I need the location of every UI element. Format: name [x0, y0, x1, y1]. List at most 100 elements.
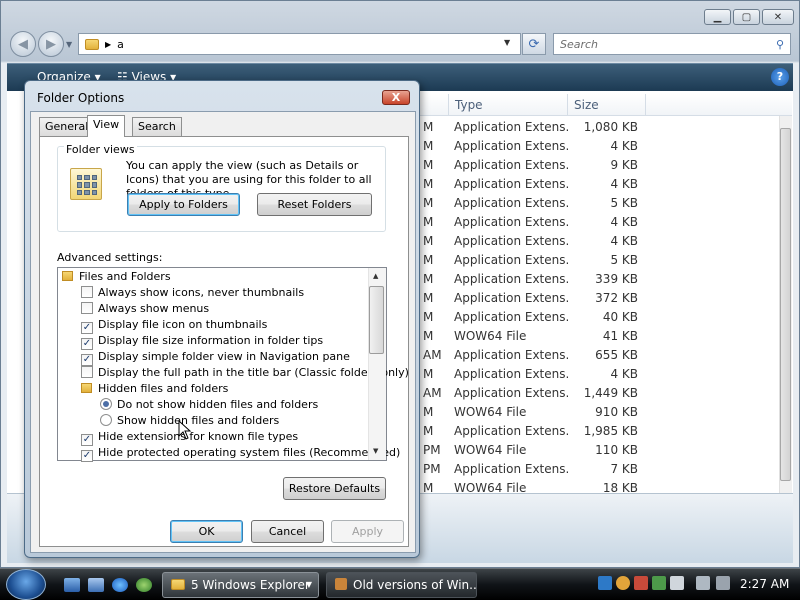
browser-icon — [335, 578, 347, 590]
tab-search[interactable]: Search — [132, 117, 182, 136]
address-dropdown-icon[interactable]: ▼ — [504, 38, 510, 47]
checkbox-icon[interactable] — [81, 286, 93, 298]
dialog-close-button[interactable]: X — [382, 90, 410, 105]
table-row[interactable]: M Application Extens... 5 KB — [420, 251, 780, 270]
breadcrumb-chevron-icon[interactable]: ▶ — [105, 40, 111, 49]
scroll-up-icon[interactable]: ▲ — [373, 272, 378, 280]
table-row[interactable]: AM Application Extens... 655 KB — [420, 346, 780, 365]
cell-size: 1,449 KB — [583, 386, 638, 400]
switch-windows-icon[interactable] — [88, 578, 104, 592]
internet-explorer-icon[interactable] — [112, 578, 128, 592]
cell-type: Application Extens... — [454, 196, 568, 210]
cell-time: M — [423, 291, 434, 305]
checkbox-icon[interactable] — [81, 366, 93, 378]
table-row[interactable]: M Application Extens... 372 KB — [420, 289, 780, 308]
setting-checkbox[interactable]: ✓ Display file size information in folder… — [81, 333, 323, 350]
table-row[interactable]: M Application Extens... 339 KB — [420, 270, 780, 289]
taskbar-explorer-group[interactable]: 5 Windows Explorer ▼ — [162, 572, 319, 598]
table-row[interactable]: M Application Extens... 4 KB — [420, 175, 780, 194]
table-row[interactable]: M WOW64 File 910 KB — [420, 403, 780, 422]
back-button[interactable]: ◀ — [10, 31, 36, 57]
recent-pages-dropdown[interactable]: ▼ — [66, 40, 72, 49]
table-row[interactable]: AM Application Extens... 1,449 KB — [420, 384, 780, 403]
taskbar-browser-window[interactable]: Old versions of Win... — [326, 572, 477, 598]
checkbox-icon[interactable] — [81, 302, 93, 314]
address-path[interactable]: a — [117, 38, 124, 51]
tray-icon-5[interactable] — [670, 576, 684, 590]
table-row[interactable]: PM WOW64 File 110 KB — [420, 441, 780, 460]
setting-checkbox[interactable]: ✓ Display file icon on thumbnails — [81, 317, 267, 334]
column-header-date[interactable] — [420, 94, 449, 115]
setting-radio[interactable]: Do not show hidden files and folders — [100, 397, 318, 413]
radio-icon[interactable] — [100, 398, 112, 410]
refresh-button[interactable]: ⟳ — [522, 33, 546, 55]
cell-time: M — [423, 424, 434, 438]
help-icon[interactable]: ? — [771, 68, 789, 86]
tray-icon-3[interactable] — [634, 576, 648, 590]
cell-type: Application Extens... — [454, 386, 568, 400]
start-button[interactable] — [6, 569, 46, 600]
table-row[interactable]: PM Application Extens... 7 KB — [420, 460, 780, 479]
reset-folders-button[interactable]: Reset Folders — [257, 193, 372, 216]
column-header-size[interactable]: Size — [568, 94, 646, 115]
table-row[interactable]: M Application Extens... 9 KB — [420, 156, 780, 175]
table-row[interactable]: M Application Extens... 5 KB — [420, 194, 780, 213]
quick-launch-icon[interactable] — [136, 578, 152, 592]
checkbox-icon[interactable]: ✓ — [81, 450, 93, 462]
close-button[interactable]: ✕ — [762, 9, 794, 25]
search-icon[interactable]: ⚲ — [776, 38, 784, 51]
table-row[interactable]: M Application Extens... 1,080 KB — [420, 118, 780, 137]
table-row[interactable]: M Application Extens... 4 KB — [420, 137, 780, 156]
window-controls: ▁ ▢ ✕ — [704, 9, 794, 25]
setting-checkbox[interactable]: ✓ Display simple folder view in Navigatio… — [81, 349, 350, 366]
tray-icon-4[interactable] — [652, 576, 666, 590]
tab-view[interactable]: View — [87, 115, 126, 137]
table-row[interactable]: M Application Extens... 4 KB — [420, 213, 780, 232]
cell-time: M — [423, 139, 434, 153]
cell-type: Application Extens... — [454, 158, 568, 172]
advanced-settings-scroll-thumb[interactable] — [369, 286, 384, 354]
cell-type: Application Extens... — [454, 310, 568, 324]
table-row[interactable]: M Application Extens... 40 KB — [420, 308, 780, 327]
cell-size: 1,985 KB — [583, 424, 638, 438]
cell-time: M — [423, 329, 434, 343]
tray-icon-1[interactable] — [598, 576, 612, 590]
table-row[interactable]: M Application Extens... 1,985 KB — [420, 422, 780, 441]
search-input[interactable]: Search ⚲ — [553, 33, 791, 55]
setting-label: Hide extensions for known file types — [98, 430, 299, 443]
cell-type: Application Extens... — [454, 367, 568, 381]
setting-label: Display simple folder view in Navigation… — [98, 350, 350, 363]
table-row[interactable]: M Application Extens... 4 KB — [420, 365, 780, 384]
setting-folder: Files and Folders — [62, 269, 171, 285]
forward-button[interactable]: ▶ — [38, 31, 64, 57]
scroll-down-icon[interactable]: ▼ — [373, 447, 378, 455]
cell-size: 4 KB — [610, 177, 638, 191]
tray-shield-icon[interactable] — [616, 576, 630, 590]
column-header-type[interactable]: Type — [449, 94, 568, 115]
network-icon[interactable] — [696, 576, 710, 590]
address-bar[interactable]: ▶ a — [78, 33, 521, 55]
table-row[interactable]: M Application Extens... 4 KB — [420, 232, 780, 251]
search-placeholder: Search — [560, 37, 599, 51]
setting-checkbox[interactable]: ✓ Hide protected operating system files (… — [81, 445, 400, 462]
setting-checkbox[interactable]: Display the full path in the title bar (… — [81, 365, 409, 381]
setting-checkbox[interactable]: Always show icons, never thumbnails — [81, 285, 304, 301]
cell-type: Application Extens... — [454, 462, 568, 476]
cell-size: 4 KB — [610, 234, 638, 248]
apply-to-folders-button[interactable]: Apply to Folders — [127, 193, 240, 216]
file-list-scroll-thumb[interactable] — [780, 128, 791, 481]
clock[interactable]: 2:27 AM — [740, 577, 789, 591]
volume-icon[interactable] — [716, 576, 730, 590]
show-desktop-icon[interactable] — [64, 578, 80, 592]
cell-size: 7 KB — [610, 462, 638, 476]
ok-button[interactable]: OK — [170, 520, 243, 543]
cell-time: M — [423, 310, 434, 324]
table-row[interactable]: M WOW64 File 41 KB — [420, 327, 780, 346]
radio-icon[interactable] — [100, 414, 112, 426]
maximize-button[interactable]: ▢ — [733, 9, 760, 25]
cancel-button[interactable]: Cancel — [251, 520, 324, 543]
setting-checkbox[interactable]: Always show menus — [81, 301, 209, 317]
minimize-button[interactable]: ▁ — [704, 9, 731, 25]
restore-defaults-button[interactable]: Restore Defaults — [283, 477, 386, 500]
file-rows: M Application Extens... 1,080 KB M Applicati… — [420, 118, 780, 498]
